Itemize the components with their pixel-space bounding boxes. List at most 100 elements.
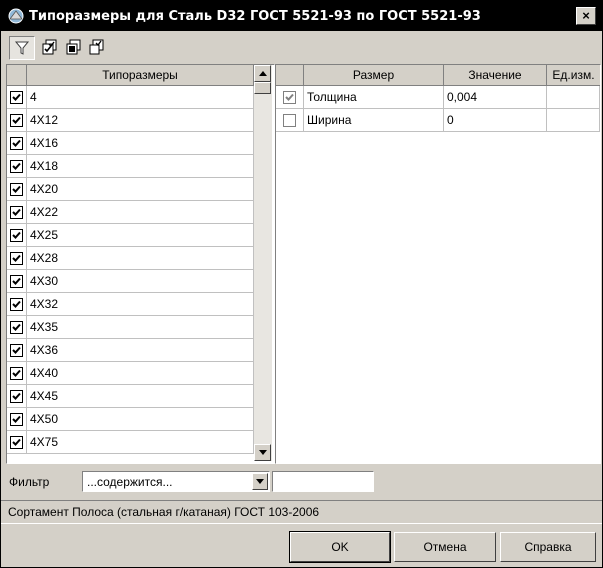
ok-button[interactable]: OK bbox=[289, 531, 391, 563]
row-check-cell bbox=[7, 270, 27, 292]
checkmark-icon bbox=[12, 208, 21, 216]
row-check-cell bbox=[276, 86, 304, 108]
filter-mode-value: ...содержится... bbox=[87, 475, 173, 489]
params-header-value[interactable]: Значение bbox=[444, 65, 547, 86]
sizes-check-header bbox=[7, 65, 27, 86]
filter-mode-select[interactable]: ...содержится... bbox=[82, 471, 270, 492]
table-row[interactable]: 4X12 bbox=[7, 109, 254, 132]
table-row[interactable]: 4X36 bbox=[7, 339, 254, 362]
row-checkbox[interactable] bbox=[10, 91, 23, 104]
row-check-cell bbox=[7, 86, 27, 108]
table-row[interactable]: 4X16 bbox=[7, 132, 254, 155]
dropdown-button[interactable] bbox=[252, 473, 268, 490]
chevron-down-icon bbox=[256, 479, 264, 484]
scroll-down-button[interactable] bbox=[254, 444, 271, 461]
checkmark-icon bbox=[12, 369, 21, 377]
table-row[interactable]: 4X18 bbox=[7, 155, 254, 178]
size-cell: 4X36 bbox=[27, 339, 254, 361]
row-check-cell bbox=[7, 224, 27, 246]
row-checkbox[interactable] bbox=[10, 252, 23, 265]
row-checkbox[interactable] bbox=[10, 275, 23, 288]
table-row[interactable]: 4X28 bbox=[7, 247, 254, 270]
params-table: Размер Значение Ед.изм. Толщина 0,004 Шири… bbox=[275, 64, 601, 464]
checkmark-icon bbox=[12, 162, 21, 170]
row-checkbox[interactable] bbox=[10, 206, 23, 219]
row-check-cell bbox=[7, 316, 27, 338]
row-checkbox[interactable] bbox=[10, 298, 23, 311]
window-title: Типоразмеры для Сталь D32 ГОСТ 5521-93 п… bbox=[29, 8, 481, 24]
table-row[interactable]: 4X30 bbox=[7, 270, 254, 293]
param-unit-cell bbox=[547, 86, 600, 108]
scroll-thumb[interactable] bbox=[254, 82, 271, 94]
params-header-size[interactable]: Размер bbox=[304, 65, 444, 86]
table-row[interactable]: 4X25 bbox=[7, 224, 254, 247]
uncheck-all-icon bbox=[66, 39, 81, 55]
row-checkbox[interactable] bbox=[283, 114, 296, 127]
param-name-cell: Толщина bbox=[304, 86, 444, 108]
filter-text-input[interactable] bbox=[272, 471, 374, 492]
table-row[interactable]: 4X22 bbox=[7, 201, 254, 224]
table-row[interactable]: Ширина 0 bbox=[276, 109, 600, 132]
row-checkbox[interactable] bbox=[10, 183, 23, 196]
size-cell: 4X20 bbox=[27, 178, 254, 200]
table-row[interactable]: 4X40 bbox=[7, 362, 254, 385]
row-check-cell bbox=[7, 339, 27, 361]
table-row[interactable]: 4X45 bbox=[7, 385, 254, 408]
param-value-cell: 0,004 bbox=[444, 86, 547, 108]
row-check-cell bbox=[7, 201, 27, 223]
table-row[interactable]: Толщина 0,004 bbox=[276, 86, 600, 109]
row-checkbox[interactable] bbox=[10, 229, 23, 242]
row-checkbox[interactable] bbox=[10, 344, 23, 357]
table-row[interactable]: 4 bbox=[7, 86, 254, 109]
toggle-check-button[interactable] bbox=[85, 36, 109, 58]
table-row[interactable]: 4X35 bbox=[7, 316, 254, 339]
size-cell: 4X16 bbox=[27, 132, 254, 154]
sizes-scrollbar[interactable] bbox=[254, 65, 272, 461]
filter-bar: Фильтр ...содержится... bbox=[1, 466, 602, 498]
table-row[interactable]: 4X32 bbox=[7, 293, 254, 316]
row-check-cell bbox=[7, 155, 27, 177]
row-check-cell bbox=[7, 385, 27, 407]
title-bar: Типоразмеры для Сталь D32 ГОСТ 5521-93 п… bbox=[1, 1, 602, 31]
size-cell: 4X35 bbox=[27, 316, 254, 338]
size-cell: 4X32 bbox=[27, 293, 254, 315]
row-checkbox[interactable] bbox=[10, 367, 23, 380]
toggle-check-icon bbox=[89, 39, 104, 55]
row-checkbox[interactable] bbox=[10, 114, 23, 127]
size-cell: 4X18 bbox=[27, 155, 254, 177]
row-check-cell bbox=[7, 362, 27, 384]
checkmark-icon bbox=[12, 93, 21, 101]
param-value-cell: 0 bbox=[444, 109, 547, 131]
row-check-cell bbox=[7, 408, 27, 430]
scroll-up-button[interactable] bbox=[254, 65, 271, 82]
table-row[interactable]: 4X20 bbox=[7, 178, 254, 201]
uncheck-all-button[interactable] bbox=[62, 36, 86, 58]
row-checkbox[interactable] bbox=[283, 91, 296, 104]
checkmark-icon bbox=[12, 415, 21, 423]
row-check-cell bbox=[7, 109, 27, 131]
size-cell: 4 bbox=[27, 86, 254, 108]
filter-button[interactable] bbox=[9, 36, 35, 60]
row-checkbox[interactable] bbox=[10, 413, 23, 426]
row-checkbox[interactable] bbox=[10, 390, 23, 403]
row-checkbox[interactable] bbox=[10, 321, 23, 334]
row-checkbox[interactable] bbox=[10, 137, 23, 150]
table-row[interactable]: 4X50 bbox=[7, 408, 254, 431]
help-button[interactable]: Справка bbox=[500, 532, 596, 562]
row-checkbox[interactable] bbox=[10, 160, 23, 173]
table-row[interactable]: 4X75 bbox=[7, 431, 254, 454]
close-button[interactable]: × bbox=[576, 7, 596, 25]
cancel-button[interactable]: Отмена bbox=[394, 532, 496, 562]
sizes-table: Типоразмеры 4 4X12 4X16 4X18 4X20 4X22 4X25 4X2… bbox=[6, 64, 275, 464]
arrow-down-icon bbox=[258, 450, 267, 455]
checkmark-icon bbox=[12, 438, 21, 446]
row-checkbox[interactable] bbox=[10, 436, 23, 449]
sizes-header[interactable]: Типоразмеры bbox=[27, 65, 254, 86]
params-header-unit[interactable]: Ед.изм. bbox=[547, 65, 600, 86]
status-bar: Сортамент Полоса (стальная г/катаная) ГО… bbox=[1, 500, 602, 524]
size-cell: 4X40 bbox=[27, 362, 254, 384]
param-unit-cell bbox=[547, 109, 600, 131]
filter-label: Фильтр bbox=[9, 475, 50, 489]
arrow-up-icon bbox=[258, 71, 267, 76]
check-all-button[interactable] bbox=[38, 36, 62, 58]
